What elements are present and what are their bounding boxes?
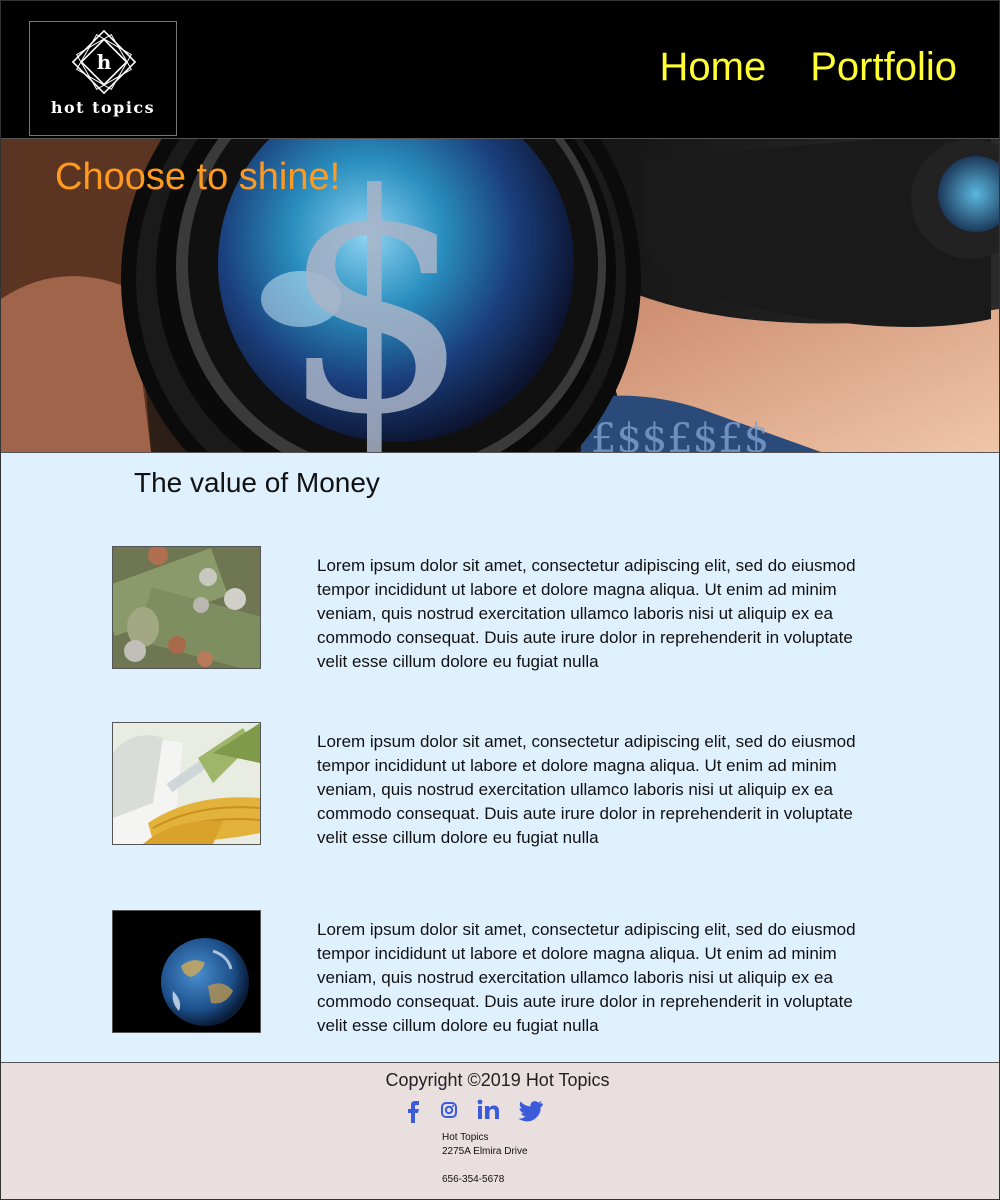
article-text: Lorem ipsum dolor sit amet, consectetur … xyxy=(317,732,856,847)
nav-home-link[interactable]: Home xyxy=(660,43,767,91)
hero-banner: £$$£$£$ $ Choose to shine! xyxy=(1,139,999,453)
money-and-coins-image xyxy=(112,546,261,669)
article-text: Lorem ipsum dolor sit amet, consectetur … xyxy=(317,920,856,1035)
twitter-icon[interactable] xyxy=(515,1097,545,1128)
svg-text:h: h xyxy=(97,50,112,74)
logo-text: hot topics xyxy=(50,98,156,117)
corn-syringe-image xyxy=(112,722,261,845)
svg-text:£$$£$£$: £$$£$£$ xyxy=(591,416,769,452)
linkedin-icon[interactable] xyxy=(473,1097,503,1128)
social-links xyxy=(401,1097,545,1128)
contact-phone: 656-354-5678 xyxy=(442,1174,505,1185)
contact-address: 2275A Elmira Drive xyxy=(442,1146,528,1157)
instagram-icon[interactable] xyxy=(437,1097,461,1128)
contact-info: Hot Topics 2275A Elmira Drive 656-354-56… xyxy=(442,1131,528,1187)
page: h hot topics Home Portfolio £$$£$£$ $ Ch… xyxy=(0,0,1000,1200)
main-content: The value of Money Lorem ipsum dolor sit… xyxy=(1,453,999,1063)
facebook-icon[interactable] xyxy=(401,1097,425,1128)
contact-name: Hot Topics xyxy=(442,1132,489,1143)
main-nav: Home Portfolio xyxy=(660,43,957,91)
article-text: Lorem ipsum dolor sit amet, consectetur … xyxy=(317,556,856,671)
nav-portfolio-link[interactable]: Portfolio xyxy=(810,43,957,91)
logo-emblem-icon: h xyxy=(71,29,137,95)
hero-title: Choose to shine! xyxy=(55,156,341,198)
site-footer: Copyright ©2019 Hot Topics Hot Topics 22… xyxy=(1,1063,999,1199)
site-header: h hot topics Home Portfolio xyxy=(1,1,999,139)
earth-globe-image xyxy=(112,910,261,1033)
section-heading: The value of Money xyxy=(134,467,380,498)
copyright-text: Copyright ©2019 Hot Topics xyxy=(385,1070,610,1090)
site-logo[interactable]: h hot topics xyxy=(29,21,177,136)
